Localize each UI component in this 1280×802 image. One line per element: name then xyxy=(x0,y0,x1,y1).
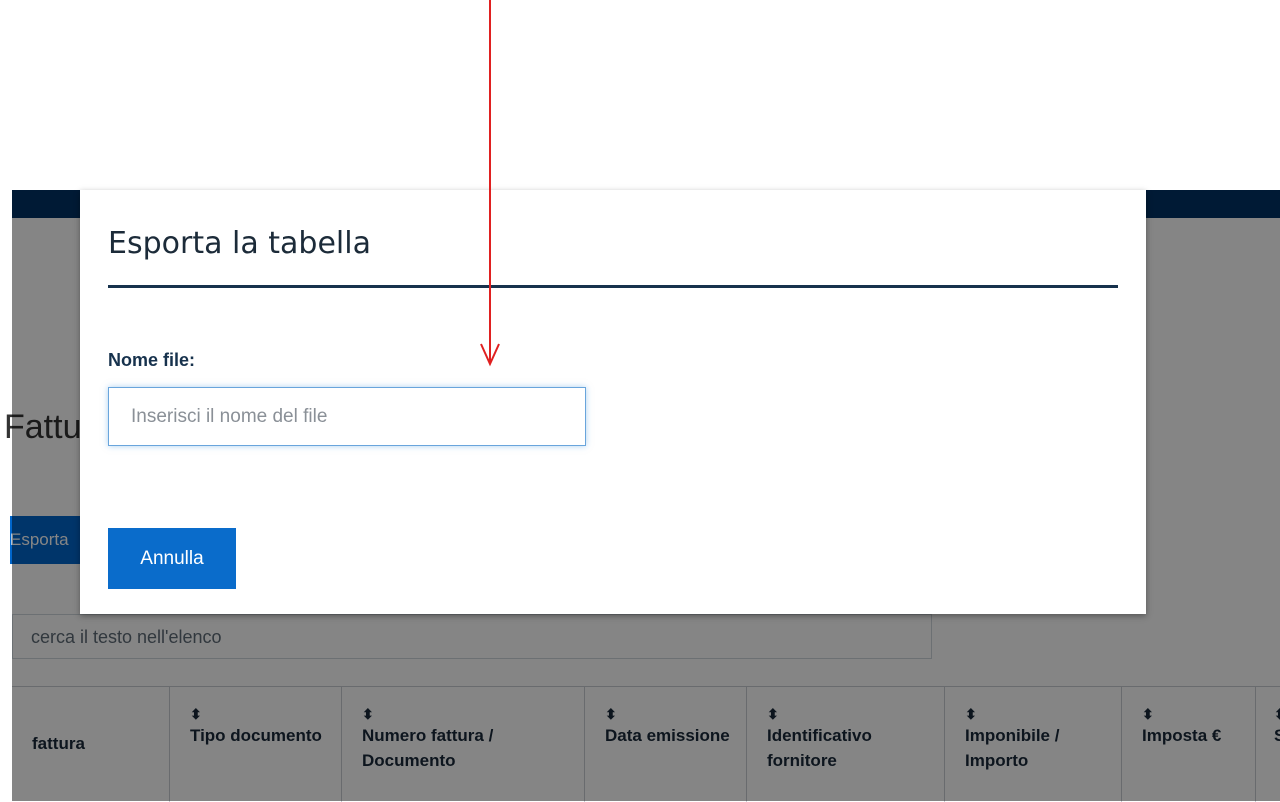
file-name-label: Nome file: xyxy=(108,350,196,370)
modal-title: Esporta la tabella xyxy=(108,226,371,261)
file-name-input[interactable] xyxy=(108,387,586,446)
title-divider xyxy=(108,285,1118,288)
cancel-button[interactable]: Annulla xyxy=(108,528,236,589)
export-modal: Esporta la tabella Nome file: Annulla xyxy=(80,190,1146,614)
